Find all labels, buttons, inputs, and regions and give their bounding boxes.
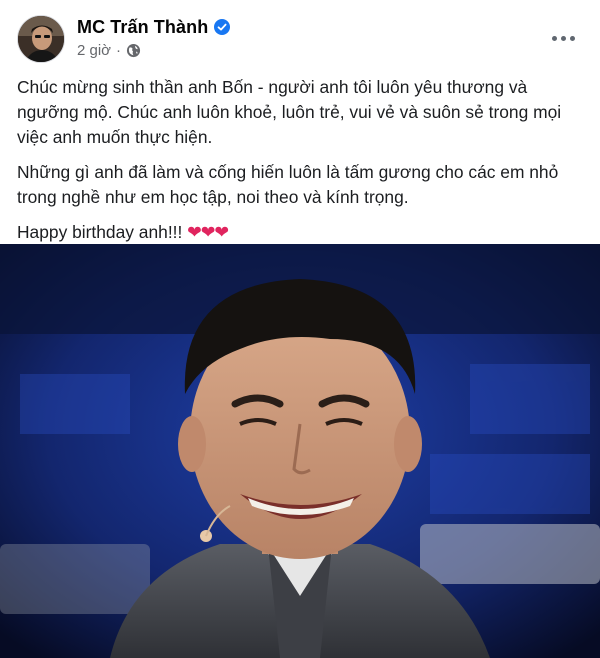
closing-text: Happy birthday anh!!! xyxy=(17,222,183,242)
post-timestamp[interactable]: 2 giờ xyxy=(77,42,111,59)
facebook-post: MC Trấn Thành 2 giờ · Chúc mừng sinh thầ… xyxy=(0,0,600,658)
avatar-portrait xyxy=(18,16,64,62)
post-paragraph: Những gì anh đã làm và cống hiến luôn là… xyxy=(17,162,559,207)
more-options-button[interactable] xyxy=(548,26,578,50)
more-dot-icon xyxy=(551,35,557,41)
author-avatar[interactable] xyxy=(17,15,65,63)
author-row: MC Trấn Thành xyxy=(77,16,231,38)
author-name[interactable]: MC Trấn Thành xyxy=(77,17,208,38)
post-body: Chúc mừng sinh thần anh Bốn - người anh … xyxy=(17,75,587,255)
post-paragraph: Chúc mừng sinh thần anh Bốn - người anh … xyxy=(17,77,562,147)
photo-image xyxy=(0,244,600,658)
verified-badge-icon xyxy=(214,19,231,35)
post-header: MC Trấn Thành 2 giờ · xyxy=(0,0,600,66)
heart-icons: ❤❤❤ xyxy=(187,222,229,242)
more-dot-icon xyxy=(569,35,575,41)
post-meta: 2 giờ · xyxy=(77,41,141,59)
post-closing: Happy birthday anh!!! ❤❤❤ xyxy=(17,220,587,245)
post-photo[interactable] xyxy=(0,244,600,658)
more-dot-icon xyxy=(560,35,566,41)
globe-icon[interactable] xyxy=(126,43,141,58)
meta-separator: · xyxy=(116,41,122,59)
